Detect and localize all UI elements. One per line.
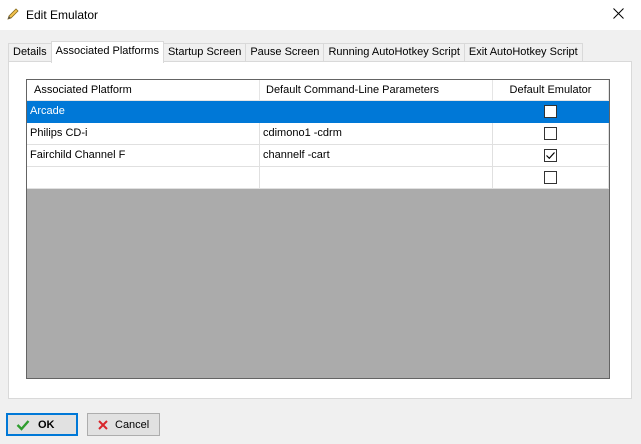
default-cell[interactable] xyxy=(493,123,609,145)
params-cell[interactable]: channelf -cart xyxy=(260,145,493,167)
default-cell[interactable] xyxy=(493,101,609,123)
close-icon xyxy=(612,8,624,22)
close-button[interactable] xyxy=(595,0,641,30)
default-emulator-checkbox[interactable] xyxy=(544,149,557,162)
title-bar: Edit Emulator xyxy=(0,0,641,30)
cancel-button[interactable]: Cancel xyxy=(87,413,160,436)
tab-strip: Details Associated Platforms Startup Scr… xyxy=(8,41,583,63)
default-emulator-checkbox[interactable] xyxy=(544,171,557,184)
default-cell[interactable] xyxy=(493,167,609,189)
table-row[interactable]: Philips CD-i cdimono1 -cdrm xyxy=(27,123,609,145)
tab-running-autohotkey-script[interactable]: Running AutoHotkey Script xyxy=(323,43,465,62)
platforms-grid[interactable]: Associated Platform Default Command-Line… xyxy=(26,79,610,379)
ok-label: OK xyxy=(38,418,55,431)
params-cell[interactable]: cdimono1 -cdrm xyxy=(260,123,493,145)
cancel-label: Cancel xyxy=(115,418,150,431)
red-x-icon xyxy=(96,418,110,432)
tab-pause-screen[interactable]: Pause Screen xyxy=(245,43,325,62)
window-title: Edit Emulator xyxy=(26,8,99,22)
table-row[interactable]: Arcade xyxy=(27,101,609,123)
tab-exit-autohotkey-script[interactable]: Exit AutoHotkey Script xyxy=(463,43,583,62)
checkmark-icon xyxy=(16,418,30,432)
tab-details[interactable]: Details xyxy=(8,43,52,62)
table-row[interactable]: Fairchild Channel F channelf -cart xyxy=(27,145,609,167)
table-row-new[interactable] xyxy=(27,167,609,189)
tab-startup-screen[interactable]: Startup Screen xyxy=(162,43,247,62)
default-emulator-checkbox[interactable] xyxy=(544,105,557,118)
tab-associated-platforms[interactable]: Associated Platforms xyxy=(50,41,164,63)
column-header-default[interactable]: Default Emulator xyxy=(493,80,609,101)
params-cell[interactable] xyxy=(260,101,493,123)
ok-button[interactable]: OK xyxy=(6,413,78,436)
grid-header: Associated Platform Default Command-Line… xyxy=(27,80,609,101)
pencil-icon xyxy=(6,7,20,21)
platform-cell[interactable]: Arcade xyxy=(27,101,260,123)
params-cell[interactable] xyxy=(260,167,493,189)
default-emulator-checkbox[interactable] xyxy=(544,127,557,140)
platform-cell[interactable]: Fairchild Channel F xyxy=(27,145,260,167)
platform-cell[interactable] xyxy=(27,167,260,189)
default-cell[interactable] xyxy=(493,145,609,167)
tab-panel-associated-platforms: Associated Platform Default Command-Line… xyxy=(8,61,632,399)
platform-cell[interactable]: Philips CD-i xyxy=(27,123,260,145)
column-header-params[interactable]: Default Command-Line Parameters xyxy=(260,80,493,101)
column-header-platform[interactable]: Associated Platform xyxy=(27,80,260,101)
checkmark-icon xyxy=(546,152,555,160)
